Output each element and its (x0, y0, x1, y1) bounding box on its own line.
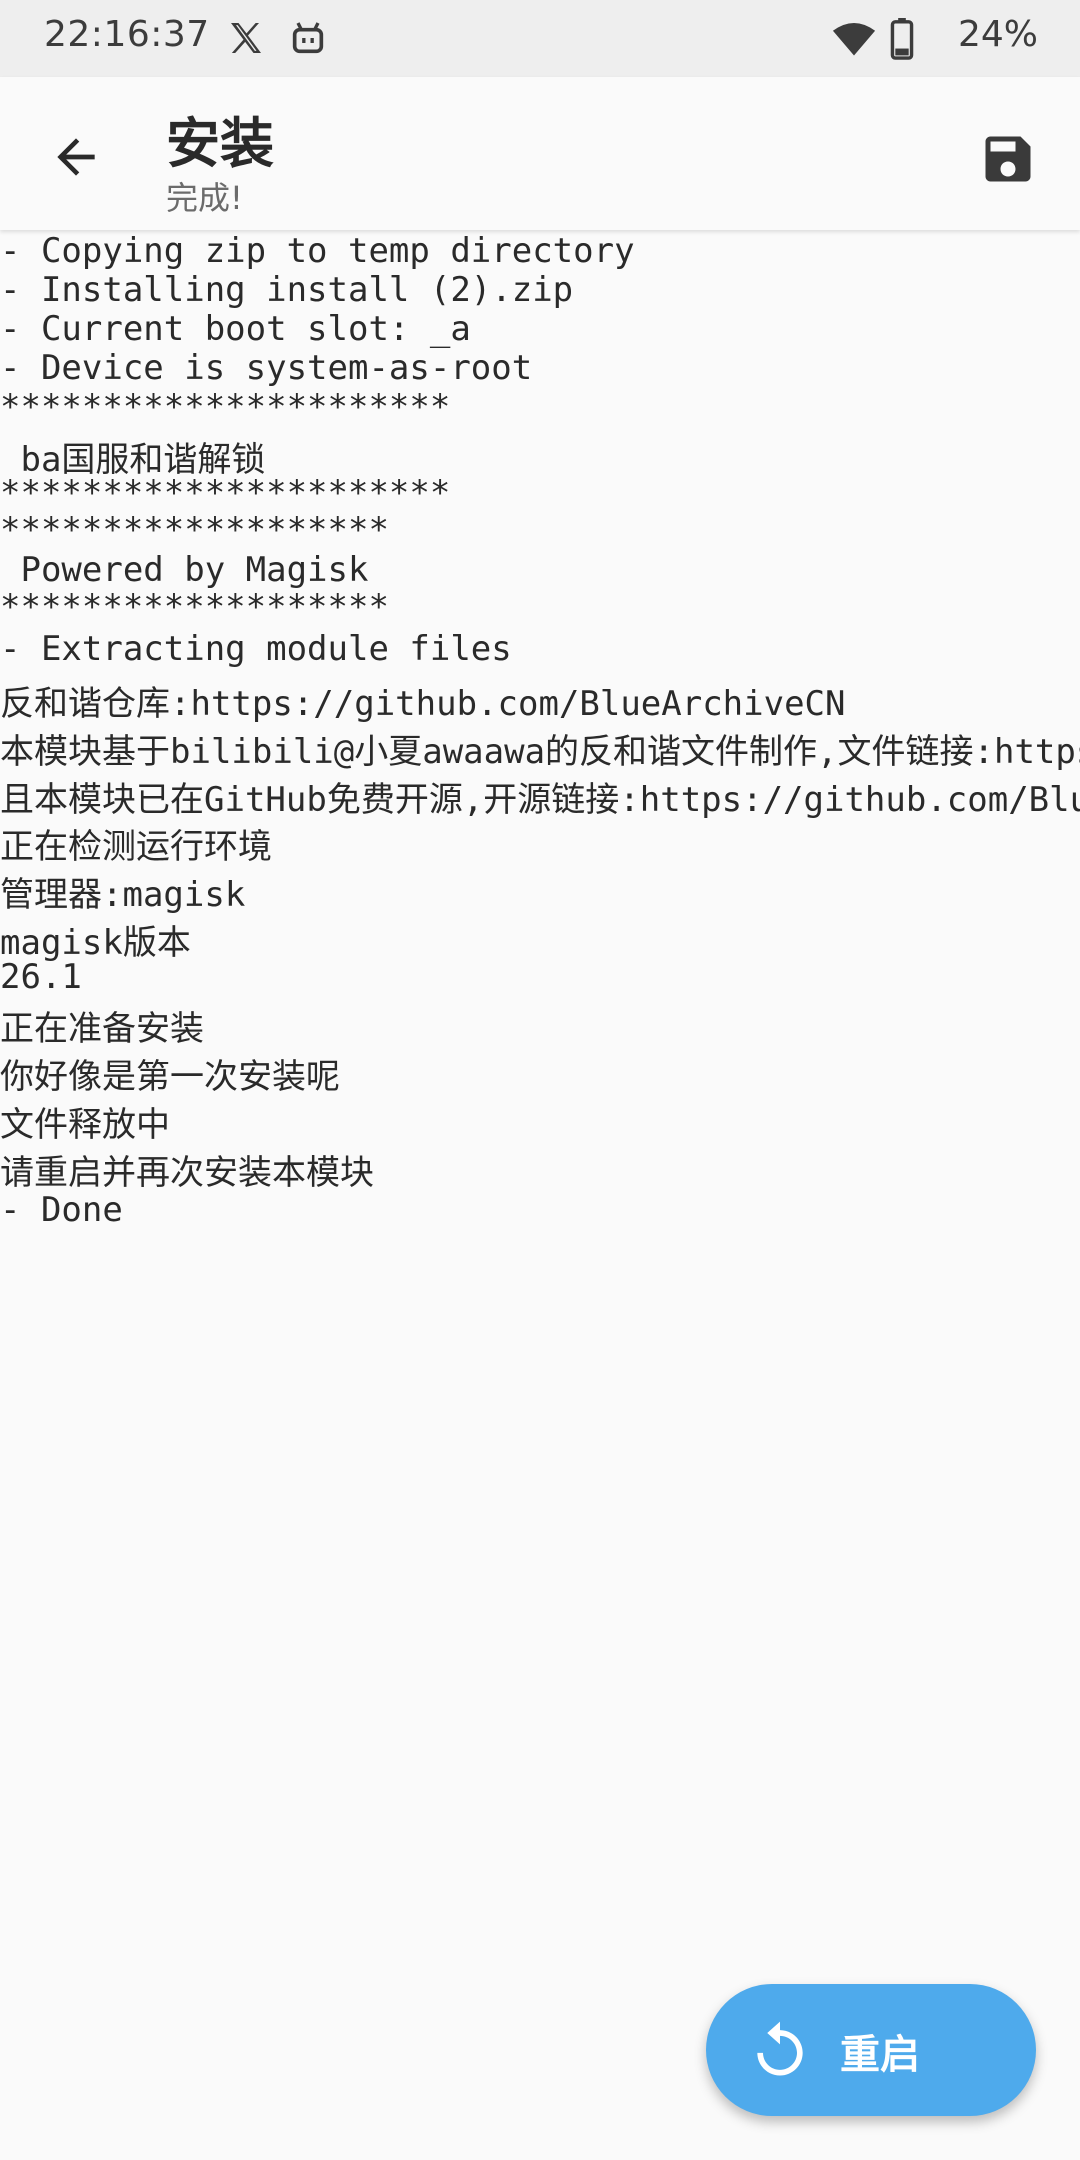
console-line: 你好像是第一次安装呢 (0, 1057, 340, 1097)
battery-percent: 24% (957, 14, 1038, 55)
battery-icon (890, 18, 914, 64)
console-line: 本模块基于bilibili@小夏awaawa的反和谐文件制作,文件链接:http… (0, 732, 1080, 772)
console-line: 正在检测运行环境 (0, 827, 272, 867)
console-line: - Copying zip to temp directory (0, 231, 635, 271)
page-subtitle: 完成! (166, 179, 243, 217)
console-line: 正在准备安装 (0, 1009, 204, 1049)
android-bot-icon (288, 18, 328, 62)
status-time: 22:16:37 (44, 14, 210, 55)
console-line: 26.1 (0, 957, 82, 997)
console-line: 且本模块已在GitHub免费开源,开源链接:https://github.com… (0, 780, 1080, 820)
console-line: ******************* (0, 587, 389, 627)
status-bar: 22:16:37 24% (0, 0, 1080, 77)
console-line: ******************* (0, 510, 389, 550)
console-line: 文件释放中 (0, 1105, 170, 1145)
console-line: - Installing install (2).zip (0, 270, 574, 310)
save-icon (985, 136, 1031, 182)
reboot-label: 重启 (840, 2032, 920, 2078)
console-line: - Done (0, 1190, 123, 1230)
console-line: 管理器:magisk (0, 875, 246, 915)
console-line: - Device is system-as-root (0, 348, 533, 388)
reboot-button[interactable]: 重启 (706, 1984, 1036, 2116)
console-line: - Extracting module files (0, 629, 512, 669)
app-bar: 安装 完成! (0, 77, 1080, 230)
console-line: 反和谐仓库:https://github.com/BlueArchiveCN (0, 684, 846, 724)
wifi-icon (832, 20, 876, 62)
page-title: 安装 (166, 112, 274, 175)
console-line: ********************** (0, 387, 451, 427)
console-line: ********************** (0, 473, 451, 513)
console-line: Powered by Magisk (0, 550, 369, 590)
arrow-back-icon (57, 138, 95, 176)
back-button[interactable] (40, 121, 112, 193)
save-log-button[interactable] (966, 117, 1050, 201)
console-line: - Current boot slot: _a (0, 309, 471, 349)
x-icon (226, 18, 266, 62)
console-line: 请重启并再次安装本模块 (0, 1153, 374, 1193)
restart-icon (746, 2016, 814, 2088)
console-output: - Copying zip to temp directory - Instal… (0, 230, 1080, 2160)
